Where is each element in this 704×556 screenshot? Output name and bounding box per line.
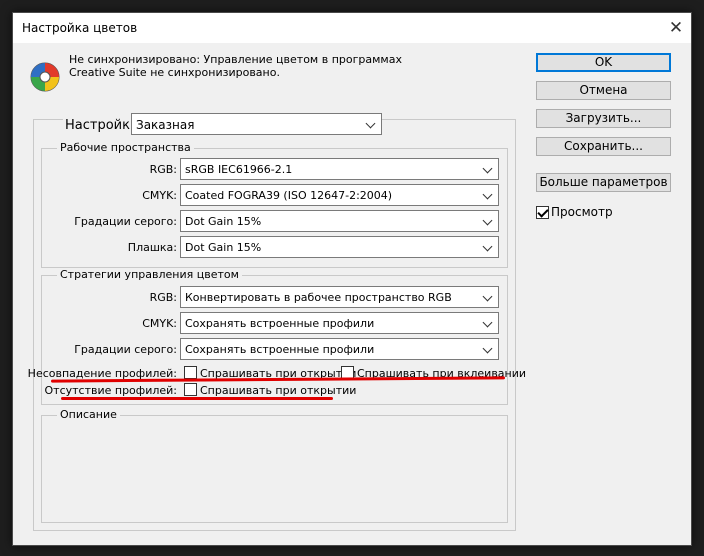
- chevron-down-icon: [482, 189, 493, 200]
- working-spaces-title: Рабочие пространства: [57, 141, 194, 154]
- close-icon[interactable]: ✕: [667, 19, 685, 37]
- ws-spot-value: Dot Gain 15%: [185, 241, 262, 254]
- pol-gray-dropdown[interactable]: Сохранять встроенные профили: [180, 338, 499, 360]
- missing-label: Отсутствие профилей:: [44, 384, 178, 397]
- chevron-down-icon: [482, 291, 493, 302]
- chevron-down-icon: [365, 118, 376, 129]
- sync-status: Не синхронизировано: Управление цветом в…: [69, 53, 402, 79]
- pol-cmyk-value: Сохранять встроенные профили: [185, 317, 375, 330]
- chevron-down-icon: [482, 317, 493, 328]
- chevron-down-icon: [482, 241, 493, 252]
- ws-spot-dropdown[interactable]: Dot Gain 15%: [180, 236, 499, 258]
- load-button[interactable]: Загрузить...: [536, 109, 671, 128]
- pol-gray-value: Сохранять встроенные профили: [185, 343, 375, 356]
- title-bar: Настройка цветов ✕: [13, 13, 691, 43]
- missing-open-label: Спрашивать при открытии: [200, 384, 357, 397]
- preview-checkbox[interactable]: [536, 206, 549, 219]
- policies-title: Стратегии управления цветом: [57, 268, 242, 281]
- window-title: Настройка цветов: [22, 21, 138, 35]
- color-settings-dialog: Настройка цветов ✕ Не синхронизировано: …: [12, 12, 692, 546]
- mismatch-open-checkbox[interactable]: [184, 366, 197, 379]
- ws-spot-label: Плашка:: [127, 241, 177, 254]
- ws-gray-value: Dot Gain 15%: [185, 215, 262, 228]
- ws-cmyk-dropdown[interactable]: Coated FOGRA39 (ISO 12647-2:2004): [180, 184, 499, 206]
- settings-value: Заказная: [136, 118, 195, 132]
- ws-cmyk-label: CMYK:: [142, 189, 177, 202]
- annotation-underline-missing: [61, 397, 333, 400]
- ws-rgb-dropdown[interactable]: sRGB IEC61966-2.1: [180, 158, 499, 180]
- save-button[interactable]: Сохранить...: [536, 137, 671, 156]
- settings-dropdown[interactable]: Заказная: [131, 113, 382, 135]
- preview-label: Просмотр: [551, 205, 613, 219]
- ws-rgb-label: RGB:: [149, 163, 177, 176]
- more-options-button[interactable]: Больше параметров: [536, 173, 671, 192]
- chevron-down-icon: [482, 343, 493, 354]
- chevron-down-icon: [482, 215, 493, 226]
- color-wheel-icon: [30, 62, 60, 92]
- ws-cmyk-value: Coated FOGRA39 (ISO 12647-2:2004): [185, 189, 393, 202]
- description-group: [41, 415, 508, 523]
- description-title: Описание: [57, 408, 120, 421]
- pol-rgb-value: Конвертировать в рабочее пространство RG…: [185, 291, 452, 304]
- ws-gray-label: Градации серого:: [74, 215, 177, 228]
- pol-cmyk-label: CMYK:: [142, 317, 177, 330]
- cancel-button[interactable]: Отмена: [536, 81, 671, 100]
- ws-gray-dropdown[interactable]: Dot Gain 15%: [180, 210, 499, 232]
- sync-status-line-2: Creative Suite не синхронизировано.: [69, 66, 280, 79]
- ok-button[interactable]: OK: [536, 53, 671, 72]
- chevron-down-icon: [482, 163, 493, 174]
- sync-status-line-1: Не синхронизировано: Управление цветом в…: [69, 53, 402, 66]
- pol-gray-label: Градации серого:: [74, 343, 177, 356]
- pol-cmyk-dropdown[interactable]: Сохранять встроенные профили: [180, 312, 499, 334]
- missing-open-checkbox[interactable]: [184, 383, 197, 396]
- pol-rgb-label: RGB:: [149, 291, 177, 304]
- ws-rgb-value: sRGB IEC61966-2.1: [185, 163, 293, 176]
- pol-rgb-dropdown[interactable]: Конвертировать в рабочее пространство RG…: [180, 286, 499, 308]
